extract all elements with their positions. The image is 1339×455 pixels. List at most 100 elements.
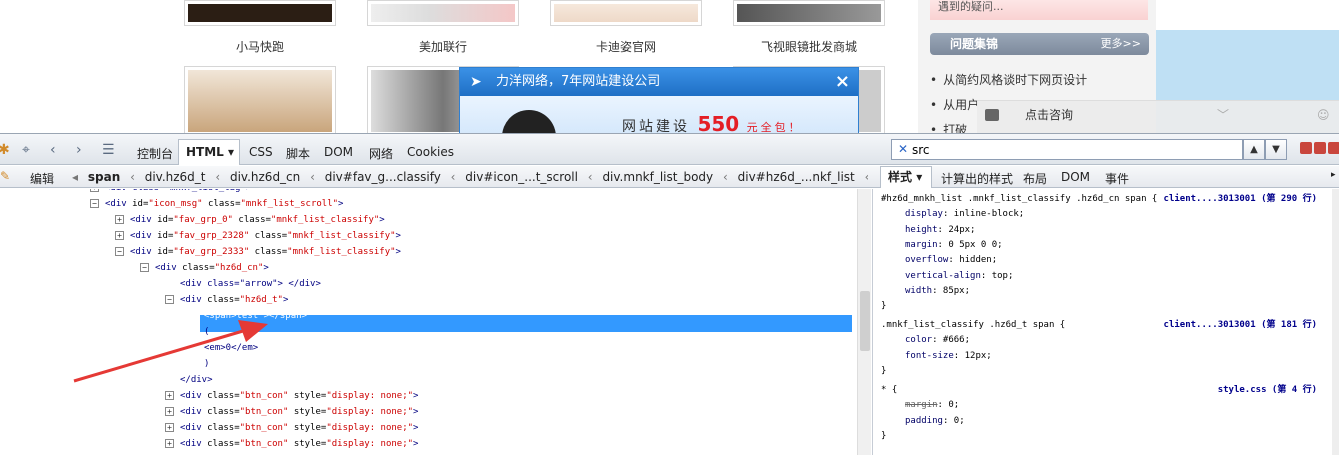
faq-more-link[interactable]: 更多>> [1101, 33, 1141, 55]
close-firebug-icon[interactable] [1328, 142, 1339, 154]
css-source-link[interactable]: client....3013001 (第 181 行) [1164, 317, 1317, 333]
tree-node[interactable]: ) [204, 356, 209, 372]
consult-bar[interactable]: 点击咨询 ﹀ ☺ [977, 100, 1339, 133]
collapse-icon[interactable]: − [115, 247, 124, 256]
css-property-name[interactable]: font-size [905, 351, 954, 361]
css-property-value[interactable]: : hidden; [948, 255, 997, 265]
css-source-link[interactable]: style.css (第 4 行) [1218, 382, 1317, 398]
css-property[interactable]: width: 85px; [881, 283, 970, 299]
tab-computed[interactable]: 计算出的样式 [941, 170, 1013, 187]
tab-console[interactable]: 控制台 [137, 145, 173, 162]
css-property-value[interactable]: : 0 5px 0 0; [938, 240, 1003, 250]
crumb-item[interactable]: div.hz6d_t [145, 166, 206, 188]
css-property-name[interactable]: height [905, 225, 938, 235]
css-property[interactable]: overflow: hidden; [881, 252, 997, 268]
popup-body[interactable]: 网站建设 550 元全包！ [460, 96, 858, 133]
edit-button[interactable]: 编辑 [30, 170, 54, 187]
site-thumb-2[interactable] [367, 0, 519, 26]
css-property[interactable]: color: #666; [881, 332, 970, 348]
tree-scrollbar[interactable] [857, 189, 871, 455]
css-property-name[interactable]: display [905, 209, 943, 219]
expand-icon[interactable]: + [90, 189, 99, 192]
tree-node[interactable]: + <div id="fav_grp_2328" class="mnkf_list… [115, 228, 401, 244]
crumb-item[interactable]: span [88, 166, 120, 188]
collapse-icon[interactable]: − [165, 295, 174, 304]
css-property-name[interactable]: color [905, 335, 932, 345]
css-source-link[interactable]: client....3013001 (第 290 行) [1164, 191, 1317, 207]
crumb-item[interactable]: div#icon_...t_scroll [465, 166, 578, 188]
smiley-icon[interactable]: ☺ [1317, 101, 1330, 129]
css-property-value[interactable]: : inline-block; [943, 209, 1024, 219]
css-property-name[interactable]: margin [905, 400, 938, 410]
site-thumb-1[interactable] [184, 0, 336, 26]
expand-icon[interactable]: + [115, 231, 124, 240]
tree-node[interactable]: + <div class="mnkf_list_tag"> [90, 189, 251, 196]
tree-node[interactable]: + <div class="btn_con" style="display: no… [165, 388, 418, 404]
tree-node[interactable]: − <div id="icon_msg" class="mnkf_list_scr… [90, 196, 343, 212]
tab-script[interactable]: 脚本 [286, 145, 310, 162]
faq-item-1[interactable]: 从简约风格谈时下网页设计 [930, 71, 1150, 88]
site-caption-4[interactable]: 飞视眼镜批发商城 [733, 38, 885, 55]
css-property[interactable]: margin: 0; [881, 397, 959, 413]
css-selector[interactable]: .mnkf_list_classify .hz6d_t span {client… [881, 317, 1325, 333]
tree-node[interactable]: + <div class="btn_con" style="display: no… [165, 436, 418, 452]
crumb-scroll-left-icon[interactable]: ◂ [72, 166, 78, 188]
css-property-value[interactable]: : 0; [943, 416, 965, 426]
expand-icon[interactable]: + [165, 391, 174, 400]
css-property-value[interactable]: : #666; [932, 335, 970, 345]
tab-css[interactable]: CSS [249, 145, 273, 159]
inspect-icon[interactable]: ⌖ [22, 142, 30, 158]
expand-icon[interactable]: + [115, 215, 124, 224]
css-property[interactable]: margin: 0 5px 0 0; [881, 237, 1003, 253]
expand-icon[interactable]: + [165, 423, 174, 432]
step-icon[interactable]: ☰ [102, 142, 115, 158]
tree-node[interactable]: − <div id="fav_grp_2333" class="mnkf_list… [115, 244, 401, 260]
tree-node[interactable]: − <div class="hz6d_cn"> [140, 260, 269, 276]
css-property-value[interactable]: : 12px; [954, 351, 992, 361]
chevron-down-icon[interactable]: ﹀ [1217, 101, 1229, 129]
tree-node[interactable]: <em>0</em> [204, 340, 258, 356]
collapse-icon[interactable]: − [140, 263, 149, 272]
search-next-button[interactable]: ▼ [1265, 139, 1287, 160]
css-property[interactable]: font-size: 12px; [881, 348, 992, 364]
site-caption-2[interactable]: 美加联行 [367, 38, 519, 55]
tab-layout[interactable]: 布局 [1023, 170, 1047, 187]
tab-dom[interactable]: DOM [324, 145, 353, 159]
crumb-item[interactable]: div.hz6d_cn [230, 166, 300, 188]
crumb-item[interactable]: div#fav_g...classify [325, 166, 441, 188]
css-property[interactable]: vertical-align: top; [881, 268, 1013, 284]
forward-icon[interactable]: › [76, 142, 82, 158]
close-icon[interactable]: × [835, 68, 850, 96]
detach-icon[interactable] [1314, 142, 1326, 154]
expand-icon[interactable]: + [165, 439, 174, 448]
site-caption-1[interactable]: 小马快跑 [184, 38, 336, 55]
tab-events[interactable]: 事件 [1105, 170, 1129, 187]
search-box[interactable]: ✕ [891, 139, 1243, 160]
css-property-name[interactable]: padding [905, 416, 943, 426]
tab-style[interactable]: 样式 ▾ [880, 166, 932, 188]
css-property-value[interactable]: : top; [981, 271, 1014, 281]
tab-side-dom[interactable]: DOM [1061, 170, 1090, 184]
site-caption-3[interactable]: 卡迪姿官网 [550, 38, 702, 55]
css-property[interactable]: height: 24px; [881, 222, 975, 238]
site-thumb-3[interactable] [550, 0, 702, 26]
tree-node[interactable]: + <div id="fav_grp_0" class="mnkf_list_cl… [115, 212, 385, 228]
css-scrollbar[interactable] [1332, 189, 1339, 455]
css-selector[interactable]: #hz6d_mnkh_list .mnkf_list_classify .hz6… [881, 191, 1325, 207]
css-property[interactable]: display: inline-block; [881, 206, 1024, 222]
crumb-item[interactable]: div#hz6d_...nkf_list [738, 166, 855, 188]
tab-cookies[interactable]: Cookies [407, 145, 454, 159]
css-property-name[interactable]: vertical-align [905, 271, 981, 281]
css-property-name[interactable]: overflow [905, 255, 948, 265]
site-thumb-5[interactable] [184, 66, 336, 133]
tree-node[interactable]: ( [204, 324, 209, 340]
tab-net[interactable]: 网络 [369, 145, 393, 162]
search-prev-button[interactable]: ▲ [1243, 139, 1265, 160]
firebug-icon[interactable]: ✱ [0, 142, 10, 158]
css-property-value[interactable]: : 85px; [932, 286, 970, 296]
site-thumb-4[interactable] [733, 0, 885, 26]
side-tabs-more-icon[interactable]: ▸ [1331, 170, 1336, 180]
css-selector[interactable]: * {style.css (第 4 行) [881, 382, 1325, 398]
tree-node-selected[interactable]: <span>test"></span> [204, 308, 307, 324]
tree-node[interactable]: </div> [180, 372, 213, 388]
